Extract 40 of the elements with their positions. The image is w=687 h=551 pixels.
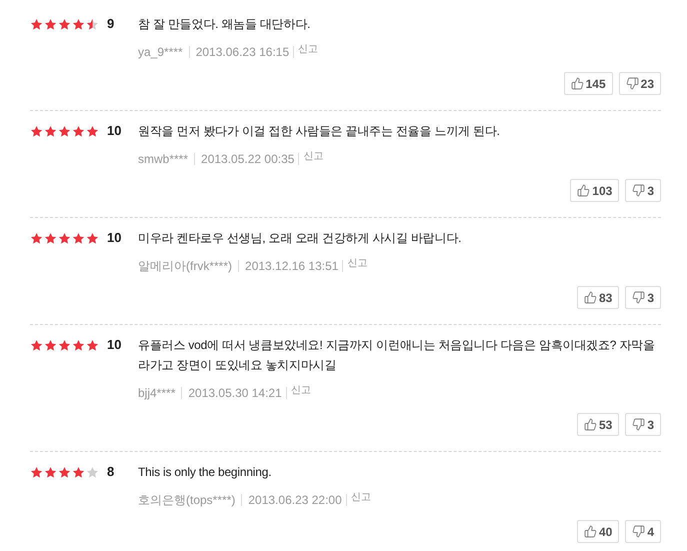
thumbs-down-icon [626, 77, 639, 90]
thumbs-down-icon [632, 184, 646, 197]
thumbs-up-icon [584, 291, 597, 304]
review-date: 2013.06.23 22:00 [248, 492, 342, 508]
thumbs-up-icon [584, 418, 597, 431]
review-date: 2013.05.30 14:21 [188, 385, 282, 401]
dislike-button[interactable]: 4 [625, 520, 661, 543]
author-name: bjj4**** [138, 385, 176, 401]
thumbs-up-icon [584, 525, 597, 538]
like-button[interactable]: 103 [570, 179, 620, 202]
dislike-button[interactable]: 3 [625, 413, 661, 436]
thumbs-up-icon [570, 77, 584, 90]
score: 10 [107, 336, 122, 354]
review-text: 참 잘 만들었다. 왜놈들 대단하다. [138, 16, 312, 33]
author-name: smwb**** [138, 151, 188, 167]
review-date: 2013.12.16 13:51 [245, 258, 338, 274]
score: 8 [107, 463, 114, 482]
review-text: 원작을 먼저 봤다가 이걸 접한 사람들은 끝내주는 전율을 느끼게 된다. [138, 123, 501, 140]
thumbs-up-icon [577, 184, 590, 197]
thumbs-down-icon [632, 418, 646, 431]
like-button[interactable]: 83 [576, 286, 620, 309]
score: 10 [107, 122, 122, 140]
score: 10 [107, 229, 122, 248]
thumbs-down-icon [632, 291, 646, 304]
dislike-button[interactable]: 23 [618, 72, 661, 95]
review-text: 유플러스 vod에 떠서 냉큼보았네요! 지금까지 이런애니는 처음입니다 다음은 암흑이대겠죠? 자막올라가고 장면이 또있네요 놓치지마시길 [138, 337, 656, 374]
like-button[interactable]: 40 [576, 520, 620, 543]
review-text: 미우라 켄타로우 선생님, 오래 오래 건강하게 사시길 바랍니다. [138, 230, 462, 247]
thumbs-down-icon [632, 525, 646, 538]
dislike-button[interactable]: 3 [625, 179, 661, 202]
score: 9 [107, 15, 114, 34]
review-date: 2013.06.23 16:15 [196, 44, 290, 60]
like-button[interactable]: 53 [576, 413, 620, 436]
review-text: This is only the beginning. [138, 464, 272, 481]
like-button[interactable]: 145 [564, 72, 613, 95]
author-name: ya_9**** [138, 44, 183, 60]
dislike-button[interactable]: 3 [625, 286, 661, 309]
author-name: 호의은행(tops****) [138, 492, 236, 508]
review-date: 2013.05.22 00:35 [201, 151, 294, 167]
author-name: 알메리아(frvk****) [138, 258, 232, 274]
